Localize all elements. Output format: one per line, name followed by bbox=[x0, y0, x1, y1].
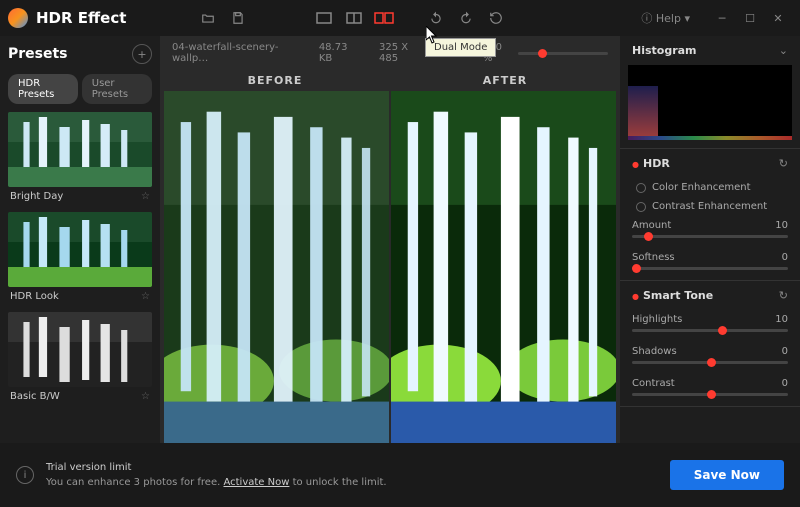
color-enhancement-option[interactable]: Color Enhancement bbox=[620, 178, 800, 197]
softness-label: Softness bbox=[632, 252, 675, 263]
bottom-bar: i Trial version limit You can enhance 3 … bbox=[0, 443, 800, 507]
view-dual-button[interactable] bbox=[370, 6, 398, 30]
maximize-button[interactable]: ☐ bbox=[736, 4, 764, 32]
save-file-button[interactable] bbox=[224, 6, 252, 30]
highlights-label: Highlights bbox=[632, 314, 682, 325]
open-folder-button[interactable] bbox=[194, 6, 222, 30]
highlights-slider[interactable] bbox=[632, 329, 788, 332]
tab-user-presets[interactable]: User Presets bbox=[82, 74, 152, 104]
right-panel: Histogram ⌄ HDR ↻ Color Enhancement Cont… bbox=[620, 36, 800, 443]
trial-text: You can enhance 3 photos for free. bbox=[46, 477, 223, 488]
contrast-label: Contrast bbox=[632, 378, 675, 389]
amount-value: 10 bbox=[775, 220, 788, 231]
app-title: HDR Effect bbox=[36, 9, 126, 27]
preset-item[interactable]: HDR Look ☆ bbox=[8, 212, 152, 306]
preset-thumb bbox=[8, 312, 152, 387]
preset-name: HDR Look bbox=[10, 291, 59, 302]
reset-button[interactable] bbox=[482, 6, 510, 30]
reset-icon[interactable]: ↻ bbox=[779, 289, 788, 302]
tooltip: Dual Mode bbox=[425, 38, 496, 57]
help-menu[interactable]: ⓘ Help ▾ bbox=[641, 10, 690, 26]
app-logo bbox=[8, 8, 28, 28]
redo-button[interactable] bbox=[452, 6, 480, 30]
info-icon: i bbox=[16, 466, 34, 484]
minimize-button[interactable]: ─ bbox=[708, 4, 736, 32]
view-split-button[interactable] bbox=[340, 6, 368, 30]
shadows-value: 0 bbox=[782, 346, 788, 357]
contrast-value: 0 bbox=[782, 378, 788, 389]
after-image[interactable] bbox=[391, 91, 616, 443]
preset-name: Bright Day bbox=[10, 191, 63, 202]
softness-value: 0 bbox=[782, 252, 788, 263]
favorite-icon[interactable]: ☆ bbox=[141, 191, 150, 202]
preset-thumb bbox=[8, 212, 152, 287]
contrast-enhancement-option[interactable]: Contrast Enhancement bbox=[620, 197, 800, 216]
file-dims: 325 X 485 bbox=[379, 42, 425, 64]
file-size: 48.73 KB bbox=[319, 42, 359, 64]
histogram-header[interactable]: Histogram ⌄ bbox=[620, 36, 800, 65]
trial-title: Trial version limit bbox=[46, 460, 658, 475]
add-preset-button[interactable]: + bbox=[132, 44, 152, 64]
undo-button[interactable] bbox=[422, 6, 450, 30]
reset-icon[interactable]: ↻ bbox=[779, 157, 788, 170]
close-button[interactable]: ✕ bbox=[764, 4, 792, 32]
hdr-header[interactable]: HDR ↻ bbox=[620, 149, 800, 178]
shadows-slider[interactable] bbox=[632, 361, 788, 364]
highlights-value: 10 bbox=[775, 314, 788, 325]
preset-item[interactable]: Basic B/W ☆ bbox=[8, 312, 152, 406]
tab-hdr-presets[interactable]: HDR Presets bbox=[8, 74, 78, 104]
shadows-label: Shadows bbox=[632, 346, 677, 357]
presets-sidebar: Presets + HDR Presets User Presets Brigh… bbox=[0, 36, 160, 443]
smart-tone-header[interactable]: Smart Tone ↻ bbox=[620, 281, 800, 310]
center-pane: 04-waterfall-scenery-wallp… 48.73 KB 325… bbox=[160, 36, 620, 443]
preset-thumb bbox=[8, 112, 152, 187]
favorite-icon[interactable]: ☆ bbox=[141, 391, 150, 402]
before-image[interactable] bbox=[164, 91, 389, 443]
before-label: BEFORE bbox=[160, 74, 390, 87]
zoom-slider[interactable] bbox=[518, 52, 608, 55]
file-name: 04-waterfall-scenery-wallp… bbox=[172, 42, 299, 64]
amount-slider[interactable] bbox=[632, 235, 788, 238]
favorite-icon[interactable]: ☆ bbox=[141, 291, 150, 302]
title-bar: HDR Effect ⓘ Help ▾ ─ ☐ ✕ bbox=[0, 0, 800, 36]
chevron-down-icon: ⌄ bbox=[779, 44, 788, 57]
view-single-button[interactable] bbox=[310, 6, 338, 30]
preset-item[interactable]: Bright Day ☆ bbox=[8, 112, 152, 206]
activate-link[interactable]: Activate Now bbox=[223, 477, 289, 488]
contrast-slider[interactable] bbox=[632, 393, 788, 396]
preset-name: Basic B/W bbox=[10, 391, 60, 402]
histogram-display bbox=[628, 65, 792, 140]
amount-label: Amount bbox=[632, 220, 671, 231]
preset-list: Bright Day ☆ HDR Look ☆ Basic B/W ☆ bbox=[8, 112, 152, 435]
softness-slider[interactable] bbox=[632, 267, 788, 270]
after-label: AFTER bbox=[390, 74, 620, 87]
save-now-button[interactable]: Save Now bbox=[670, 460, 784, 490]
presets-title: Presets bbox=[8, 46, 68, 62]
